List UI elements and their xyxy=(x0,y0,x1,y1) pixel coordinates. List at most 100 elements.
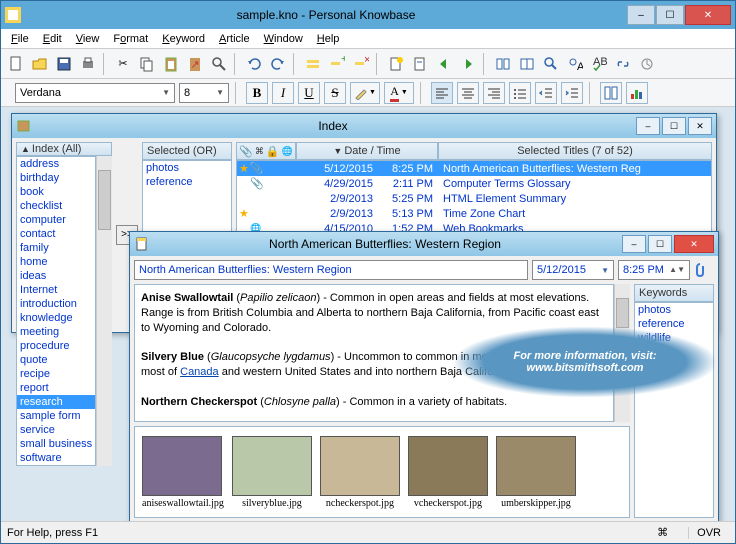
list-item[interactable]: wildlife xyxy=(635,331,713,345)
menu-file[interactable]: File xyxy=(5,31,35,47)
list-item[interactable]: introduction xyxy=(17,297,95,311)
selected-header[interactable]: Selected (OR) xyxy=(142,142,232,160)
index-max-button[interactable]: ☐ xyxy=(662,117,686,135)
align-right-button[interactable] xyxy=(483,82,505,104)
thumbnail[interactable]: umberskipper.jpg xyxy=(496,436,576,509)
titles-header[interactable]: Selected Titles (7 of 52) xyxy=(438,142,712,160)
article-scrollbar[interactable] xyxy=(614,284,630,422)
view2-button[interactable] xyxy=(516,53,538,75)
del-kw-button[interactable]: × xyxy=(350,53,372,75)
table-row[interactable]: ★📎5/12/20158:25 PMNorth American Butterf… xyxy=(237,161,711,176)
font-size-combo[interactable]: 8▼ xyxy=(179,83,229,103)
article-title-field[interactable] xyxy=(134,260,528,280)
list-item[interactable]: Internet xyxy=(17,283,95,297)
menu-format[interactable]: Format xyxy=(107,31,154,47)
link-button[interactable] xyxy=(612,53,634,75)
find-button[interactable] xyxy=(208,53,230,75)
list-item[interactable]: software xyxy=(17,451,95,465)
maximize-button[interactable]: ☐ xyxy=(656,5,684,25)
bold-button[interactable]: B xyxy=(246,82,268,104)
font-color-button[interactable]: A▼ xyxy=(384,82,414,104)
thumbnail[interactable]: vcheckerspot.jpg xyxy=(408,436,488,509)
paste-special-button[interactable]: ↗ xyxy=(184,53,206,75)
font-name-combo[interactable]: Verdana▼ xyxy=(15,83,175,103)
list-item[interactable]: reference xyxy=(143,175,231,189)
list-item[interactable]: computer xyxy=(17,213,95,227)
edit-article-button[interactable] xyxy=(409,53,431,75)
cut-button[interactable]: ✂ xyxy=(112,53,134,75)
find2-button[interactable] xyxy=(540,53,562,75)
attach-icon[interactable] xyxy=(694,261,714,279)
index-all-header[interactable]: ▲Index (All) xyxy=(16,142,112,156)
article-min-button[interactable]: – xyxy=(622,235,646,253)
list-item[interactable]: book xyxy=(17,185,95,199)
replace-button[interactable]: A xyxy=(564,53,586,75)
list-item[interactable]: recipe xyxy=(17,367,95,381)
list-item[interactable]: address xyxy=(17,157,95,171)
list-item[interactable]: photos xyxy=(143,161,231,175)
copy-button[interactable] xyxy=(136,53,158,75)
strike-button[interactable]: S xyxy=(324,82,346,104)
list-item[interactable]: home xyxy=(17,255,95,269)
close-button[interactable]: ✕ xyxy=(685,5,731,25)
spellcheck-button[interactable]: ABC xyxy=(588,53,610,75)
new-article-button[interactable] xyxy=(385,53,407,75)
outdent-button[interactable] xyxy=(535,82,557,104)
align-center-button[interactable] xyxy=(457,82,479,104)
list-item[interactable]: report xyxy=(17,381,95,395)
list-item[interactable]: family xyxy=(17,241,95,255)
italic-button[interactable]: I xyxy=(272,82,294,104)
view1-button[interactable] xyxy=(492,53,514,75)
article-close-button[interactable]: ✕ xyxy=(674,235,714,253)
scrollbar[interactable] xyxy=(96,156,112,466)
fwd-button[interactable] xyxy=(457,53,479,75)
list-item[interactable]: procedure xyxy=(17,339,95,353)
menu-article[interactable]: Article xyxy=(213,31,256,47)
article-date-field[interactable]: 5/12/2015▼ xyxy=(532,260,614,280)
list-item[interactable]: ideas xyxy=(17,269,95,283)
article-body[interactable]: Anise Swallowtail (Papilio zelicaon) - C… xyxy=(134,284,614,422)
menu-view[interactable]: View xyxy=(70,31,106,47)
list-item[interactable]: checklist xyxy=(17,199,95,213)
list-item[interactable]: knowledge xyxy=(17,311,95,325)
highlight-button[interactable]: ▼ xyxy=(350,82,380,104)
graph-button[interactable] xyxy=(626,82,648,104)
canada-link[interactable]: Canada xyxy=(180,366,219,378)
thumbnail[interactable]: silveryblue.jpg xyxy=(232,436,312,509)
minimize-button[interactable]: – xyxy=(627,5,655,25)
date-header[interactable]: ▼Date / Time xyxy=(296,142,438,160)
menu-keyword[interactable]: Keyword xyxy=(156,31,211,47)
menu-window[interactable]: Window xyxy=(258,31,309,47)
print-button[interactable] xyxy=(77,53,99,75)
list-item[interactable]: sample form xyxy=(17,409,95,423)
list-item[interactable]: photos xyxy=(635,303,713,317)
add-kw-button[interactable]: + xyxy=(326,53,348,75)
keywords-list[interactable]: photosreferencewildlife xyxy=(634,302,714,518)
underline-button[interactable]: U xyxy=(298,82,320,104)
list-item[interactable]: birthday xyxy=(17,171,95,185)
back-button[interactable] xyxy=(433,53,455,75)
index-button[interactable] xyxy=(600,82,622,104)
list-item[interactable]: quote xyxy=(17,353,95,367)
bullets-button[interactable] xyxy=(509,82,531,104)
list-item[interactable]: small business xyxy=(17,437,95,451)
indent-button[interactable] xyxy=(561,82,583,104)
thumbnail[interactable]: ncheckerspot.jpg xyxy=(320,436,400,509)
article-time-field[interactable]: 8:25 PM▲▼ xyxy=(618,260,690,280)
flags-header[interactable]: 📎 ⌘ 🔒 🌐 xyxy=(236,142,296,160)
save-button[interactable] xyxy=(53,53,75,75)
align-left-button[interactable] xyxy=(431,82,453,104)
new-button[interactable] xyxy=(5,53,27,75)
redo-button[interactable] xyxy=(267,53,289,75)
article-max-button[interactable]: ☐ xyxy=(648,235,672,253)
thumbnail[interactable]: aniseswallowtail.jpg xyxy=(142,436,224,509)
table-row[interactable]: ★2/9/20135:13 PMTime Zone Chart xyxy=(237,206,711,221)
list-item[interactable]: research xyxy=(17,395,95,409)
index-all-list[interactable]: addressbirthdaybookchecklistcomputercont… xyxy=(16,156,96,466)
paste-button[interactable] xyxy=(160,53,182,75)
index-close-button[interactable]: ✕ xyxy=(688,117,712,135)
thumbnail-strip[interactable]: aniseswallowtail.jpgsilveryblue.jpgnchec… xyxy=(134,426,630,518)
attach-button[interactable] xyxy=(636,53,658,75)
list-item[interactable]: meeting xyxy=(17,325,95,339)
index-min-button[interactable]: – xyxy=(636,117,660,135)
